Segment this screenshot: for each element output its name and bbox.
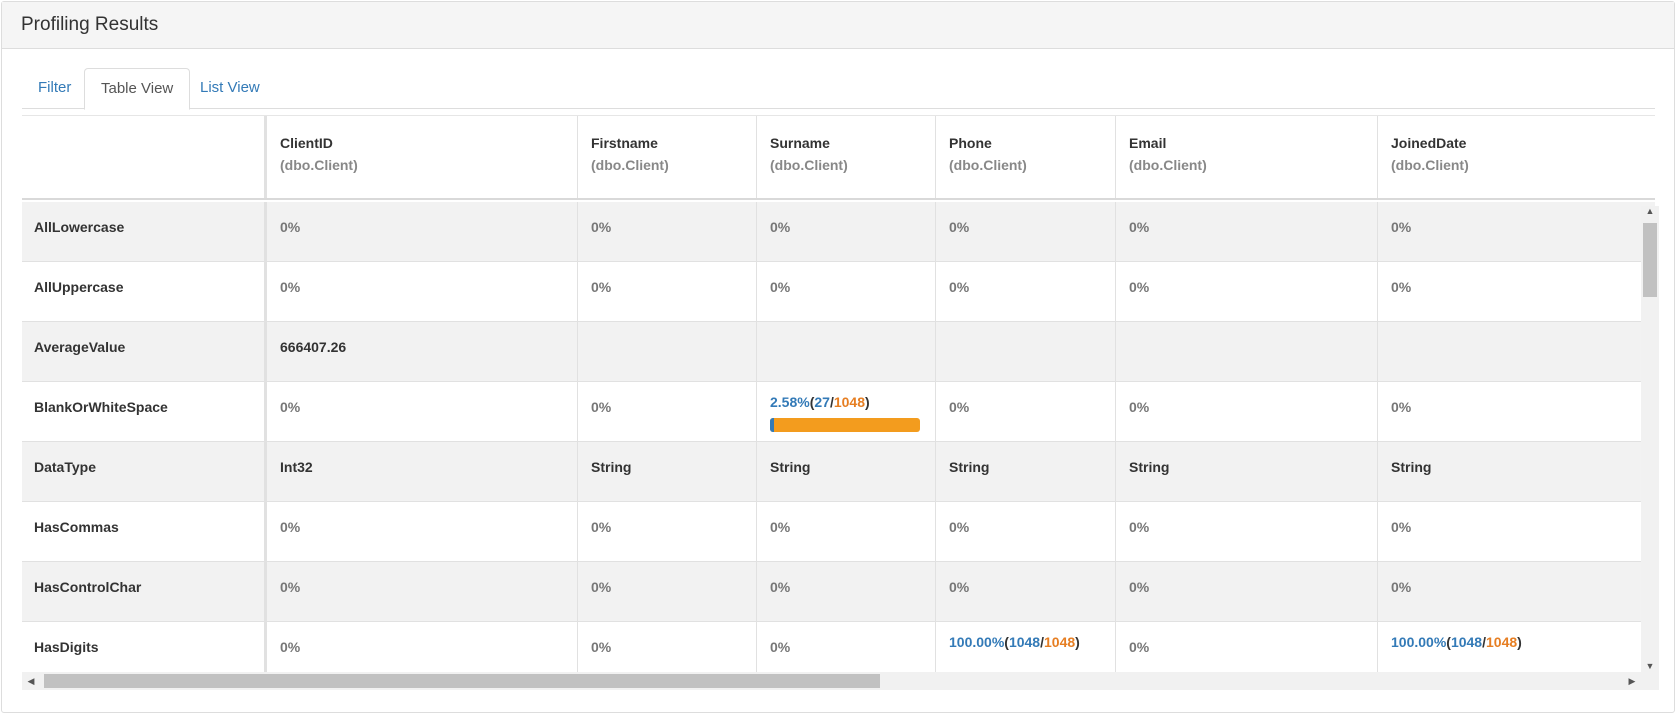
cell-clientid: 0% [267,262,578,321]
stat-progress-bar [770,418,920,432]
profiling-results-panel: Profiling Results Filter Table View List… [1,1,1675,713]
cell-surname: 0% [757,502,936,561]
row-metric-name: AverageValue [22,322,267,381]
cell-clientid: 0% [267,382,578,441]
horizontal-scroll-thumb[interactable] [44,674,880,688]
cell-surname: 0% [757,202,936,261]
cell-joineddate: 0% [1391,279,1412,295]
table-row: AllUppercase 0% 0% 0% 0% 0% 0% [22,262,1655,322]
cell-phone: String [936,442,1116,501]
vertical-scrollbar[interactable]: ▲ ▼ [1641,206,1659,675]
row-metric-name: HasControlChar [22,562,267,621]
stat-total[interactable]: 1048 [1044,634,1075,650]
cell-surname: 0% [757,562,936,621]
stat-total[interactable]: 1048 [834,394,865,410]
row-metric-name: BlankOrWhiteSpace [22,382,267,441]
cell-joineddate [1378,322,1655,381]
stat-progress-fill [770,418,774,432]
table-row: AverageValue 666407.26 [22,322,1655,382]
row-metric-name: AllLowercase [22,202,267,261]
panel-title: Profiling Results [2,2,1674,49]
cell-email: 0% [1116,262,1378,321]
vertical-scroll-thumb[interactable] [1643,223,1657,297]
cell-firstname: String [578,442,757,501]
cell-clientid: 0% [267,202,578,261]
table-row: HasControlChar 0% 0% 0% 0% 0% 0% [22,562,1655,622]
table-header: ClientID (dbo.Client) Firstname (dbo.Clien… [22,116,1655,200]
cell-phone: 0% [936,562,1116,621]
cell-firstname: 0% [578,502,757,561]
horizontal-scrollbar[interactable]: ◀ ▶ [22,672,1659,690]
tab-bar: Filter Table View List View [22,68,1655,110]
cell-phone: 0% [936,382,1116,441]
row-metric-name: HasCommas [22,502,267,561]
cell-clientid: 0% [267,502,578,561]
cell-surname: 0% [757,262,936,321]
scroll-up-icon[interactable]: ▲ [1641,206,1659,220]
stat-count[interactable]: 27 [814,394,830,410]
column-header-clientid[interactable]: ClientID (dbo.Client) [267,116,578,198]
cell-phone: 0% [936,502,1116,561]
cell-firstname: 0% [578,562,757,621]
cell-surname [757,322,936,381]
scroll-right-icon[interactable]: ▶ [1623,672,1641,690]
table-row: AllLowercase 0% 0% 0% 0% 0% 0% [22,202,1655,262]
cell-joineddate: 0% [1391,519,1412,535]
cell-firstname: 0% [578,202,757,261]
stat-percent[interactable]: 100.00% [949,634,1004,650]
stat-total[interactable]: 1048 [1486,634,1517,650]
table-row: HasCommas 0% 0% 0% 0% 0% 0% [22,502,1655,562]
cell-firstname [578,322,757,381]
column-header-email[interactable]: Email (dbo.Client) [1116,116,1378,198]
tab-table-view[interactable]: Table View [84,68,191,110]
cell-phone [936,322,1116,381]
cell-email [1116,322,1378,381]
stat-percent[interactable]: 2.58% [770,394,810,410]
profiling-table: ClientID (dbo.Client) Firstname (dbo.Clien… [22,115,1655,693]
cell-joineddate: 0% [1391,399,1412,415]
cell-email: 0% [1116,562,1378,621]
cell-surname: String [757,442,936,501]
scroll-left-icon[interactable]: ◀ [22,672,40,690]
column-header-phone[interactable]: Phone (dbo.Client) [936,116,1116,198]
cell-email: 0% [1116,502,1378,561]
table-row: DataType Int32 String String String String Str… [22,442,1655,502]
cell-joineddate: 0% [1391,579,1412,595]
stat-count[interactable]: 1048 [1451,634,1482,650]
column-header-surname[interactable]: Surname (dbo.Client) [757,116,936,198]
cell-email: 0% [1116,382,1378,441]
cell-clientid: Int32 [267,442,578,501]
cell-firstname: 0% [578,382,757,441]
header-corner [22,116,267,198]
column-header-firstname[interactable]: Firstname (dbo.Client) [578,116,757,198]
tab-filter[interactable]: Filter [22,68,87,109]
cell-surname: 2.58%(27/1048) [757,382,936,441]
cell-phone: 0% [936,262,1116,321]
cell-email: String [1116,442,1378,501]
tab-list-view[interactable]: List View [184,68,276,109]
row-metric-name: DataType [22,442,267,501]
cell-clientid: 0% [267,562,578,621]
cell-phone: 0% [936,202,1116,261]
cell-firstname: 0% [578,262,757,321]
stat-percent[interactable]: 100.00% [1391,634,1446,650]
cell-email: 0% [1116,202,1378,261]
cell-clientid: 666407.26 [267,322,578,381]
table-row: BlankOrWhiteSpace 0% 0% 2.58%(27/1048) 0% 0% 0… [22,382,1655,442]
column-header-joineddate[interactable]: JoinedDate (dbo.Client) [1378,116,1655,198]
cell-joineddate: String [1391,459,1432,475]
stat-count[interactable]: 1048 [1009,634,1040,650]
cell-joineddate: 0% [1391,219,1412,235]
row-metric-name: AllUppercase [22,262,267,321]
